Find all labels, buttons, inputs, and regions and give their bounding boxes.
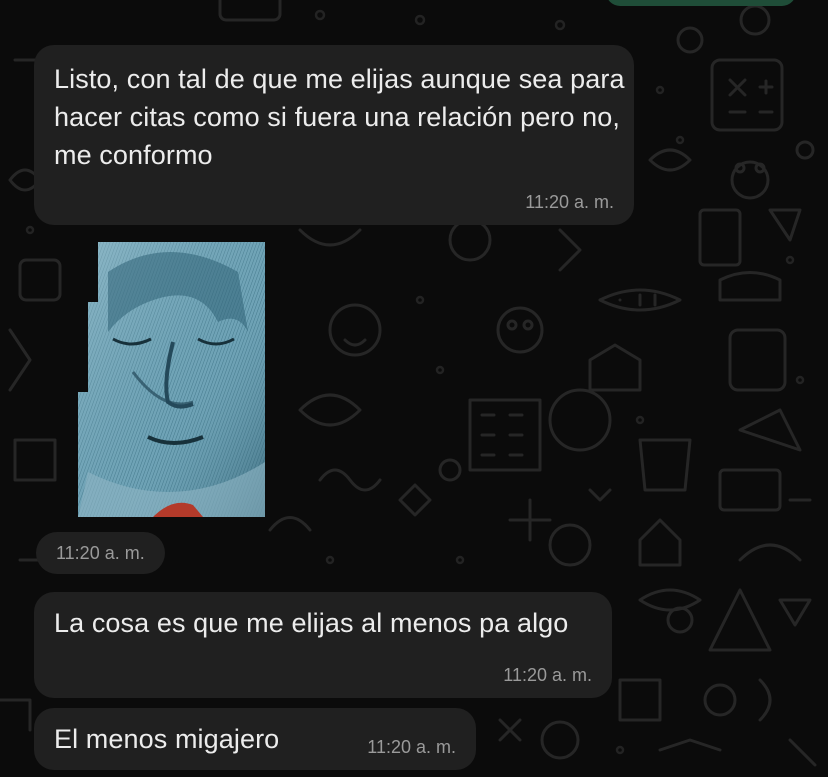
incoming-message-bubble[interactable]: La cosa es que me elijas al menos pa alg… [34,592,612,698]
message-text: El menos migajero [54,724,280,754]
message-timestamp: 11:20 a. m. [503,665,592,685]
incoming-message-bubble[interactable]: El menos migajero 11:20 a. m. [34,708,476,770]
message-text: Listo, con tal de que me elijas aunque s… [54,64,625,170]
chat-view[interactable]: Listo, con tal de que me elijas aunque s… [0,0,828,777]
outgoing-message-bubble[interactable] [606,0,796,6]
message-text: La cosa es que me elijas al menos pa alg… [54,608,569,638]
message-timestamp: 11:20 a. m. [367,737,456,757]
incoming-message-bubble[interactable]: Listo, con tal de que me elijas aunque s… [34,45,634,225]
portrait-sticker[interactable] [78,242,265,517]
message-timestamp: 11:20 a. m. [36,532,165,574]
message-timestamp: 11:20 a. m. [525,192,614,212]
